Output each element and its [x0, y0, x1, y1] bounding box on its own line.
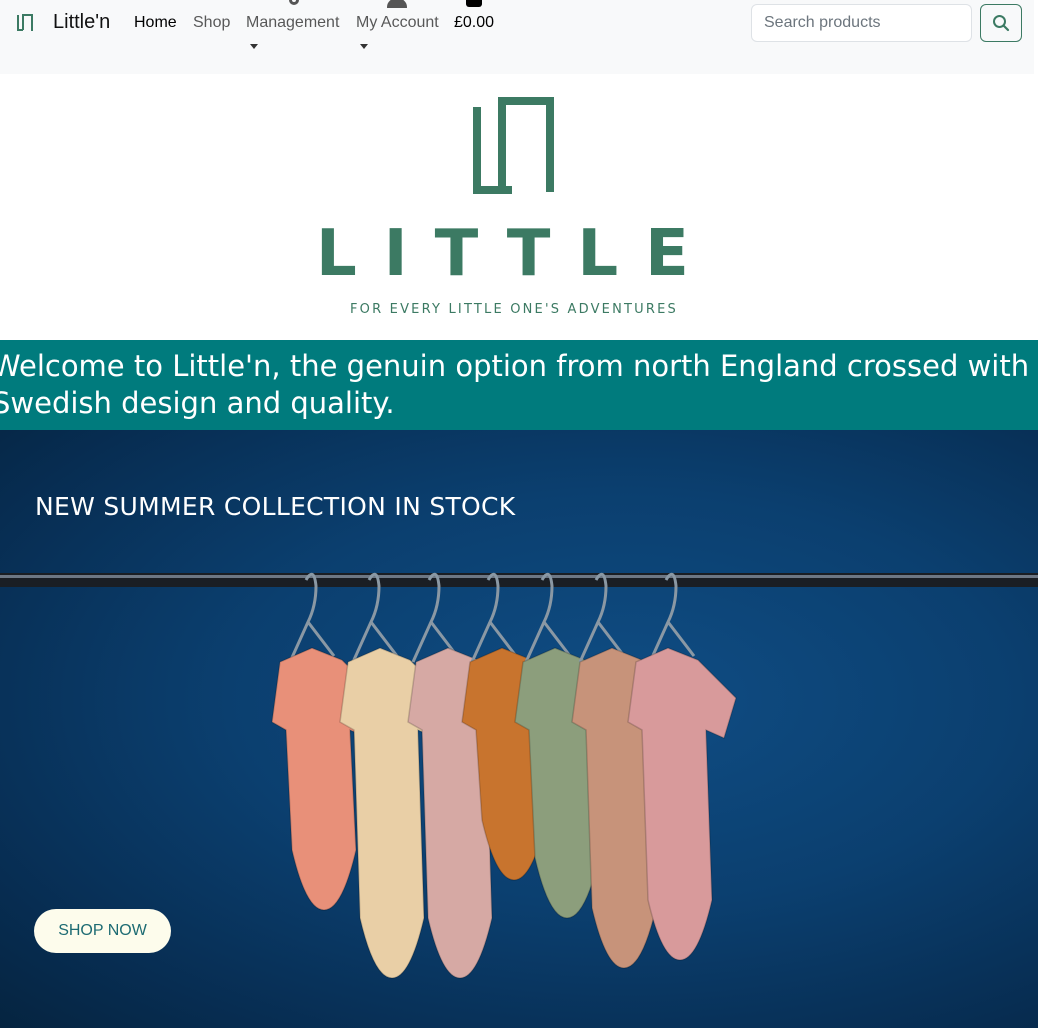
- hanger-icon: [470, 572, 518, 663]
- brand-name[interactable]: Little'n: [53, 11, 110, 34]
- welcome-message: Welcome to Little'n, the genuin option f…: [0, 349, 1030, 420]
- chevron-down-icon: [360, 44, 368, 49]
- bag-icon: [466, 0, 482, 7]
- logo-wordmark: LITTLE'N: [316, 222, 716, 282]
- search-button[interactable]: [980, 4, 1022, 42]
- shop-now-button[interactable]: SHOP NOW: [34, 909, 171, 953]
- welcome-banner: Welcome to Little'n, the genuin option f…: [0, 340, 1038, 430]
- gear-icon: [289, 0, 299, 5]
- hanger-icon: [524, 572, 572, 663]
- hero-section: NEW SUMMER COLLECTION IN STOCK SHOP NOW: [0, 430, 1038, 1028]
- logo-tagline: FOR EVERY LITTLE ONE'S ADVENTURES: [350, 302, 678, 317]
- nav-cart-total[interactable]: £0.00: [454, 14, 494, 32]
- logo-mark-icon: [473, 97, 554, 194]
- nav-my-account[interactable]: My Account: [356, 14, 439, 32]
- search-input[interactable]: [751, 4, 972, 42]
- search-icon: [993, 15, 1010, 32]
- chevron-down-icon: [250, 44, 258, 49]
- nav-management[interactable]: Management: [246, 14, 339, 32]
- logo-icon[interactable]: [15, 12, 37, 34]
- svg-text:LITTLE'N: LITTLE'N: [316, 222, 716, 282]
- garment-group: [271, 572, 737, 979]
- top-navbar: Little'n Home Shop Management My Account…: [0, 0, 1034, 74]
- hanger-icon: [578, 572, 626, 663]
- hanger-icon: [351, 572, 399, 663]
- nav-shop[interactable]: Shop: [193, 14, 230, 32]
- hero-title: NEW SUMMER COLLECTION IN STOCK: [35, 492, 516, 521]
- logo-banner: LITTLE'N FOR EVERY LITTLE ONE'S ADVENTUR…: [0, 74, 1038, 340]
- nav-home[interactable]: Home: [134, 14, 177, 32]
- user-icon: [387, 0, 407, 8]
